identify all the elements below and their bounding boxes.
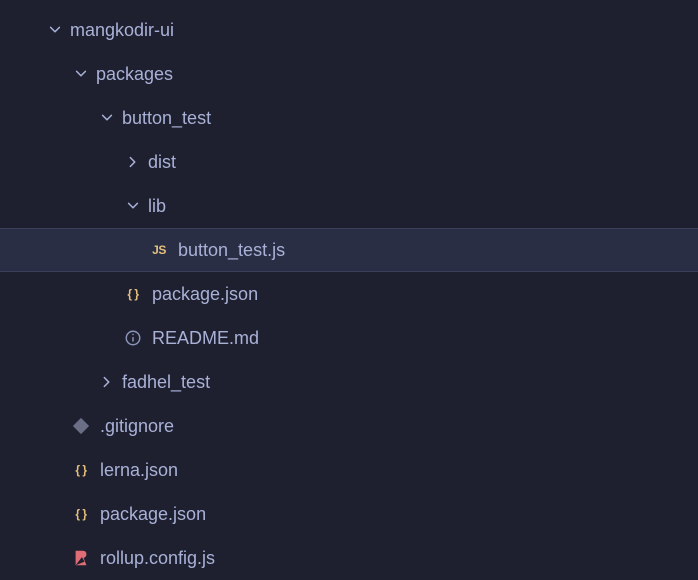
file-gitignore[interactable]: .gitignore (0, 404, 698, 448)
folder-label: button_test (122, 108, 211, 129)
file-readme-md[interactable]: README.md (0, 316, 698, 360)
folder-fadhel-test[interactable]: fadhel_test (0, 360, 698, 404)
folder-mangkodir-ui[interactable]: mangkodir-ui (0, 8, 698, 52)
file-label: package.json (152, 284, 258, 305)
folder-label: lib (148, 196, 166, 217)
file-label: .gitignore (100, 416, 174, 437)
chevron-right-icon (96, 371, 118, 393)
info-icon (122, 327, 144, 349)
folder-lib[interactable]: lib (0, 184, 698, 228)
json-icon: { } (122, 283, 144, 305)
file-package-json-root[interactable]: { } package.json (0, 492, 698, 536)
folder-label: fadhel_test (122, 372, 210, 393)
file-label: README.md (152, 328, 259, 349)
rollup-icon (70, 547, 92, 569)
json-icon: { } (70, 503, 92, 525)
chevron-right-icon (122, 151, 144, 173)
file-lerna-json[interactable]: { } lerna.json (0, 448, 698, 492)
file-label: rollup.config.js (100, 548, 215, 569)
chevron-down-icon (96, 107, 118, 129)
chevron-down-icon (44, 19, 66, 41)
git-icon (70, 415, 92, 437)
folder-label: dist (148, 152, 176, 173)
json-icon: { } (70, 459, 92, 481)
file-label: package.json (100, 504, 206, 525)
folder-packages[interactable]: packages (0, 52, 698, 96)
chevron-down-icon (122, 195, 144, 217)
file-package-json-button-test[interactable]: { } package.json (0, 272, 698, 316)
file-rollup-config-js[interactable]: rollup.config.js (0, 536, 698, 580)
folder-label: packages (96, 64, 173, 85)
file-label: lerna.json (100, 460, 178, 481)
folder-button-test[interactable]: button_test (0, 96, 698, 140)
file-label: button_test.js (178, 240, 285, 261)
folder-dist[interactable]: dist (0, 140, 698, 184)
file-button-test-js[interactable]: JS button_test.js (0, 228, 698, 272)
folder-label: mangkodir-ui (70, 20, 174, 41)
javascript-icon: JS (148, 239, 170, 261)
chevron-down-icon (70, 63, 92, 85)
